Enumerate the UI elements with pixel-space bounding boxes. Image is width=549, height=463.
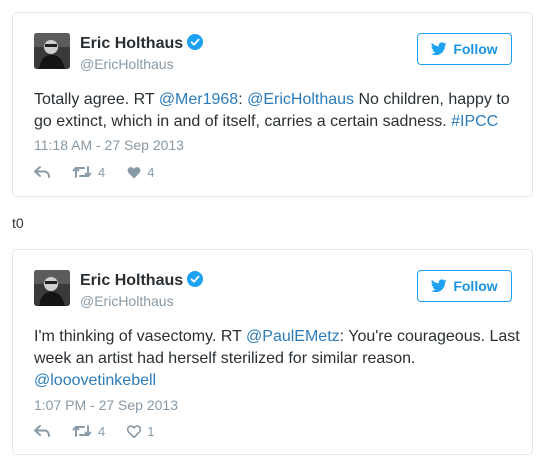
tweet-text-part: Totally agree. RT [34, 91, 159, 108]
display-name[interactable]: Eric Holthaus [80, 271, 204, 290]
tweet-text-part: : [238, 91, 248, 108]
follow-button[interactable]: Follow [417, 270, 512, 302]
mention-link[interactable]: @looovetinkebell [34, 372, 156, 389]
retweet-count: 4 [98, 423, 106, 439]
display-name-text: Eric Holthaus [80, 35, 184, 52]
heart-icon [127, 166, 141, 178]
tweet-actions: 4 1 [34, 422, 176, 440]
reply-icon [34, 166, 50, 178]
timestamp[interactable]: 1:07 PM - 27 Sep 2013 [34, 397, 178, 413]
retweet-button[interactable]: 4 [72, 165, 105, 180]
display-name-text: Eric Holthaus [80, 272, 184, 289]
retweet-button[interactable]: 4 [72, 424, 105, 439]
mention-link[interactable]: @Mer1968 [159, 91, 238, 108]
heart-icon [127, 424, 142, 438]
retweet-icon [72, 425, 92, 437]
mention-link[interactable]: @PaulEMetz [246, 328, 340, 345]
handle[interactable]: @EricHolthaus [80, 56, 174, 72]
timestamp[interactable]: 11:18 AM - 27 Sep 2013 [34, 137, 184, 153]
mention-link[interactable]: @EricHolthaus [247, 91, 354, 108]
twitter-bird-icon [431, 279, 448, 293]
hashtag-link[interactable]: #IPCC [451, 113, 498, 130]
reply-button[interactable] [34, 424, 50, 438]
tweet-text: Totally agree. RT @Mer1968: @EricHolthau… [34, 89, 524, 133]
verified-badge-icon [187, 271, 204, 287]
like-button[interactable]: 4 [127, 165, 154, 180]
tweet-text: I'm thinking of vasectomy. RT @PaulEMetz… [34, 326, 524, 392]
tweet-card: Eric Holthaus @EricHolthaus Follow I'm t… [12, 249, 533, 455]
avatar[interactable] [34, 33, 70, 69]
reply-button[interactable] [34, 165, 50, 179]
separator-text: t0 [12, 215, 24, 231]
follow-label: Follow [453, 278, 498, 294]
like-button[interactable]: 1 [127, 424, 154, 439]
tweet-card: Eric Holthaus @EricHolthaus Follow Total… [12, 12, 533, 197]
like-count: 1 [147, 423, 155, 439]
display-name[interactable]: Eric Holthaus [80, 34, 204, 53]
retweet-count: 4 [98, 164, 106, 180]
tweet-actions: 4 4 [34, 163, 176, 181]
reply-icon [34, 425, 50, 437]
follow-label: Follow [453, 41, 498, 57]
twitter-bird-icon [431, 42, 448, 56]
avatar[interactable] [34, 270, 70, 306]
tweet-text-part: I'm thinking of vasectomy. RT [34, 328, 247, 345]
follow-button[interactable]: Follow [417, 33, 512, 65]
verified-badge-icon [187, 34, 204, 50]
like-count: 4 [147, 164, 155, 180]
retweet-icon [72, 166, 92, 178]
handle[interactable]: @EricHolthaus [80, 293, 174, 309]
